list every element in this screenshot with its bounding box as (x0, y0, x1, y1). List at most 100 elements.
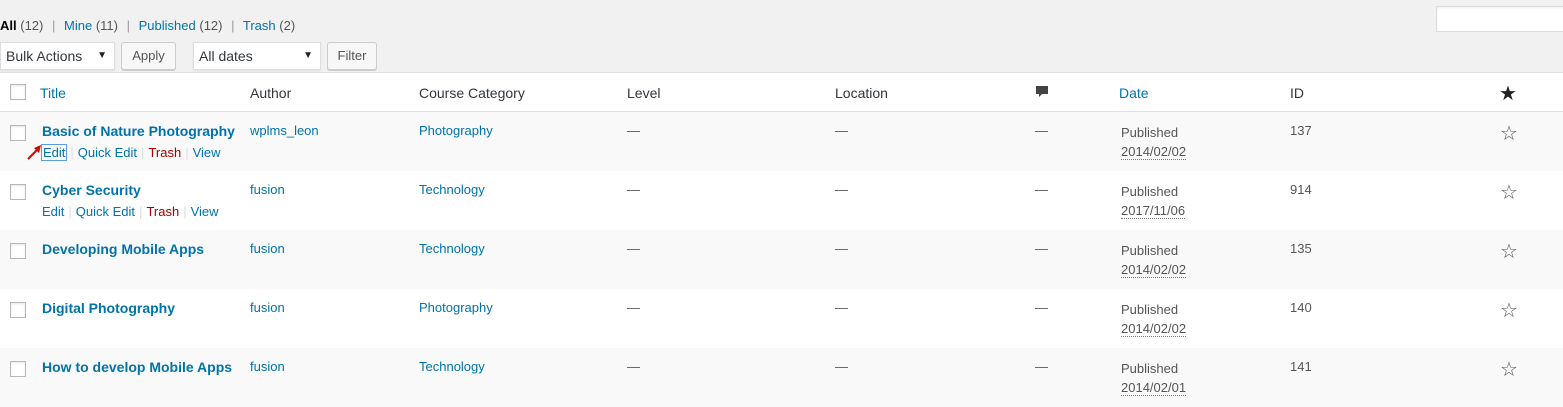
level-value: — (627, 300, 640, 315)
location-value: — (835, 123, 848, 138)
bulk-actions-value: Bulk Actions (6, 48, 83, 64)
column-level-header: Level (627, 85, 661, 101)
view-all-count: (12) (20, 18, 44, 33)
view-trash-count: (2) (279, 18, 296, 33)
column-date-header[interactable]: Date (1119, 85, 1149, 101)
trash-link[interactable]: Trash (146, 204, 179, 219)
publish-status: Published (1121, 243, 1179, 258)
action-separator: | (141, 145, 145, 160)
row-checkbox[interactable] (10, 125, 26, 141)
publish-date: 2014/02/02 (1121, 144, 1187, 160)
publish-date: 2017/11/06 (1121, 203, 1186, 219)
comment-icon (1036, 86, 1048, 97)
view-mine-link[interactable]: Mine (64, 18, 92, 33)
row-checkbox[interactable] (10, 243, 26, 259)
location-value: — (835, 241, 848, 256)
view-separator: | (231, 18, 235, 33)
quick-edit-link[interactable]: Quick Edit (78, 145, 137, 160)
location-value: — (835, 182, 848, 197)
course-id: 137 (1290, 123, 1312, 138)
level-value: — (627, 241, 640, 256)
row-actions: Edit | Quick Edit | Trash | View (42, 204, 219, 219)
date-cell: Published 2014/02/02 (1121, 123, 1187, 161)
course-id: 140 (1290, 300, 1312, 315)
view-link[interactable]: View (193, 145, 221, 160)
view-mine-count: (11) (95, 18, 118, 33)
date-cell: Published 2014/02/02 (1121, 300, 1187, 338)
level-value: — (627, 359, 640, 374)
view-separator: | (126, 18, 130, 33)
category-link[interactable]: Photography (419, 123, 493, 138)
author-link[interactable]: fusion (250, 182, 285, 197)
publish-date: 2014/02/02 (1121, 262, 1187, 278)
author-link[interactable]: fusion (250, 241, 285, 256)
edit-link[interactable]: Edit (40, 144, 68, 161)
location-value: — (835, 300, 848, 315)
trash-link[interactable]: Trash (148, 145, 181, 160)
column-id-header: ID (1290, 85, 1304, 101)
column-category-header: Course Category (419, 85, 525, 101)
category-link[interactable]: Technology (419, 182, 485, 197)
course-title-link[interactable]: Cyber Security (42, 182, 141, 198)
category-link[interactable]: Technology (419, 241, 485, 256)
comments-value: — (1035, 123, 1048, 138)
star-outline-icon[interactable]: ☆ (1500, 180, 1518, 205)
date-filter-select[interactable]: All dates ▼ (193, 42, 321, 70)
view-trash-link[interactable]: Trash (243, 18, 276, 33)
bulk-actions-select[interactable]: Bulk Actions ▼ (0, 42, 115, 70)
course-title-link[interactable]: How to develop Mobile Apps (42, 359, 232, 375)
column-author-header: Author (250, 85, 292, 101)
star-filled-icon: ★ (1499, 83, 1517, 105)
apply-button[interactable]: Apply (121, 42, 176, 70)
course-title-link[interactable]: Digital Photography (42, 300, 175, 316)
row-checkbox[interactable] (10, 361, 26, 377)
dropdown-caret-icon: ▼ (303, 50, 313, 61)
date-cell: Published 2014/02/01 (1121, 359, 1187, 397)
quick-edit-link[interactable]: Quick Edit (76, 204, 135, 219)
course-title-link[interactable]: Basic of Nature Photography (42, 123, 235, 139)
star-outline-icon[interactable]: ☆ (1500, 239, 1518, 264)
course-title-link[interactable]: Developing Mobile Apps (42, 241, 204, 257)
select-all-checkbox[interactable] (10, 84, 26, 100)
publish-status: Published (1121, 302, 1179, 317)
action-separator: | (139, 204, 143, 219)
column-title-header[interactable]: Title (40, 85, 66, 101)
star-outline-icon[interactable]: ☆ (1500, 121, 1518, 146)
publish-status: Published (1121, 125, 1179, 140)
row-checkbox[interactable] (10, 184, 26, 200)
action-separator: | (183, 204, 187, 219)
comments-value: — (1035, 359, 1048, 374)
star-outline-icon[interactable]: ☆ (1500, 357, 1518, 382)
category-link[interactable]: Technology (419, 359, 485, 374)
publish-date: 2014/02/02 (1121, 321, 1187, 337)
status-filter-links: All (12) | Mine (11) | Published (12) | … (0, 18, 295, 33)
action-separator: | (185, 145, 189, 160)
action-separator: | (70, 145, 74, 160)
edit-link[interactable]: Edit (42, 204, 64, 219)
table-row: Cyber Security Edit | Quick Edit | Trash | View… (0, 171, 1563, 230)
comments-value: — (1035, 300, 1048, 315)
star-outline-icon[interactable]: ☆ (1500, 298, 1518, 323)
search-input[interactable] (1436, 6, 1563, 32)
view-all-link[interactable]: All (0, 18, 17, 33)
view-published-count: (12) (199, 18, 223, 33)
table-body: Basic of Nature Photography Edit | Quick Ed… (0, 112, 1563, 407)
view-link[interactable]: View (191, 204, 219, 219)
view-separator: | (52, 18, 56, 33)
author-link[interactable]: fusion (250, 359, 285, 374)
courses-table: Title Author Course Category Level Locat… (0, 72, 1563, 407)
filter-button[interactable]: Filter (327, 42, 377, 70)
location-value: — (835, 359, 848, 374)
course-id: 135 (1290, 241, 1312, 256)
column-location-header: Location (835, 85, 888, 101)
course-id: 914 (1290, 182, 1312, 197)
category-link[interactable]: Photography (419, 300, 493, 315)
table-row: Digital Photography fusion Photography — — — P… (0, 289, 1563, 348)
table-header: Title Author Course Category Level Locat… (0, 73, 1563, 112)
author-link[interactable]: fusion (250, 300, 285, 315)
author-link[interactable]: wplms_leon (250, 123, 319, 138)
publish-date: 2014/02/01 (1121, 380, 1187, 396)
row-actions: Edit | Quick Edit | Trash | View (40, 144, 221, 161)
row-checkbox[interactable] (10, 302, 26, 318)
view-published-link[interactable]: Published (139, 18, 196, 33)
